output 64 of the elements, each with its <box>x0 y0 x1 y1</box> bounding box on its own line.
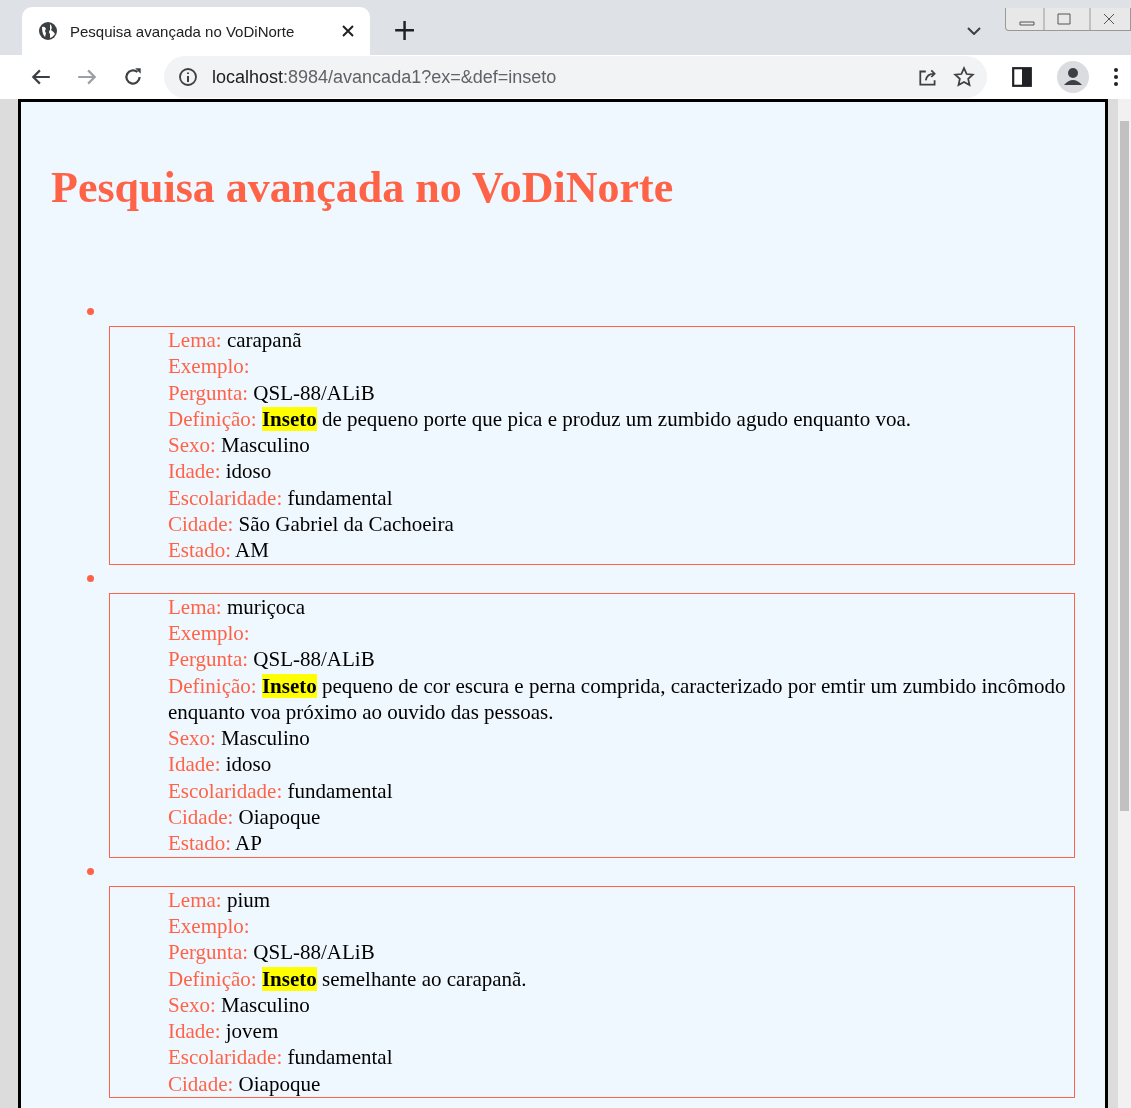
definition-text: Definição: Inseto de pequeno porte que pica e produz um zumbido agudo enquanto voa. <box>168 405 912 433</box>
field-label: Exemplo: <box>168 620 250 645</box>
field-label: Escolaridade: <box>168 1045 283 1070</box>
field-label: Cidade: <box>168 512 234 537</box>
field-value: muriçoca <box>226 594 305 619</box>
globe-icon <box>38 21 58 42</box>
field-label: Exemplo: <box>168 354 250 379</box>
field-label: Estado: <box>168 831 231 856</box>
field-label: Lema: <box>168 328 222 352</box>
field-value: Masculino <box>221 433 310 458</box>
field-label: Escolaridade: <box>168 778 283 803</box>
field-value: QSL-88/ALiB <box>253 380 375 405</box>
info-icon <box>178 67 198 88</box>
field-label: Exemplo: <box>168 913 250 938</box>
star-icon[interactable] <box>953 66 975 89</box>
chevron-down-icon[interactable] <box>967 27 981 36</box>
field-label: Idade: <box>168 1019 221 1044</box>
close-icon[interactable] <box>342 25 354 38</box>
field-value: São Gabriel da Cachoeira <box>238 512 454 537</box>
field-label: Idade: <box>168 752 221 777</box>
scrollbar[interactable] <box>1118 99 1131 1108</box>
field-value: carapanã <box>226 328 302 352</box>
field-label: Idade: <box>168 459 221 484</box>
field-value: fundamental <box>287 1045 393 1070</box>
tab-title: Pesquisa avançada no VoDiNorte <box>70 22 296 40</box>
field-value: idoso <box>225 752 272 777</box>
field-value: idoso <box>225 459 272 484</box>
field-label: Escolaridade: <box>168 485 283 510</box>
field-value: Oiapoque <box>238 805 321 830</box>
definition-text: Definição: Inseto pequeno de cor escura e perna comprida, caracterizado por emtir um zumbido incômodo enquanto voa próximo ao ouvido das pessoas. <box>168 672 1067 726</box>
field-label: Sexo: <box>168 992 216 1017</box>
page-heading: Pesquisa avançada no VoDiNorte <box>51 164 675 212</box>
field-value: QSL-88/ALiB <box>253 647 375 672</box>
field-label: Lema: <box>168 887 222 912</box>
field-value: jovem <box>225 1019 279 1044</box>
bullet-icon <box>87 308 94 315</box>
field-label: Sexo: <box>168 726 216 751</box>
field-value: fundamental <box>287 778 393 803</box>
field-value: fundamental <box>287 485 393 510</box>
menu-icon[interactable] <box>1113 67 1119 88</box>
browser-tab[interactable]: Pesquisa avançada no VoDiNorte <box>22 7 370 56</box>
bullet-icon <box>87 574 94 582</box>
new-tab-button[interactable]: + <box>392 15 418 46</box>
field-value: Oiapoque <box>238 1071 321 1096</box>
field-label: Cidade: <box>168 1071 234 1096</box>
field-label: Sexo: <box>168 433 216 458</box>
field-value: Masculino <box>221 992 310 1017</box>
bullet-icon <box>87 867 94 875</box>
field-label: Pergunta: <box>168 940 249 965</box>
field-value: AP <box>235 831 262 856</box>
address-bar[interactable]: localhost:8984/avancada1?ex=&def=inseto <box>164 56 987 99</box>
profile-icon[interactable] <box>1057 61 1089 94</box>
field-label: Lema: <box>168 594 222 619</box>
field-label: Pergunta: <box>168 380 249 405</box>
field-label: Pergunta: <box>168 647 249 672</box>
definition-text: Definição: Inseto semelhante ao carapanã. <box>168 965 528 992</box>
field-label: Cidade: <box>168 805 234 830</box>
field-value: QSL-88/ALiB <box>253 940 375 965</box>
field-value: Masculino <box>221 726 310 751</box>
url-text: localhost:8984/avancada1?ex=&def=inseto <box>212 66 557 88</box>
side-panel-icon[interactable] <box>1011 66 1033 89</box>
field-label: Estado: <box>168 538 231 563</box>
field-value: AM <box>235 538 269 563</box>
field-value: pium <box>226 887 271 912</box>
